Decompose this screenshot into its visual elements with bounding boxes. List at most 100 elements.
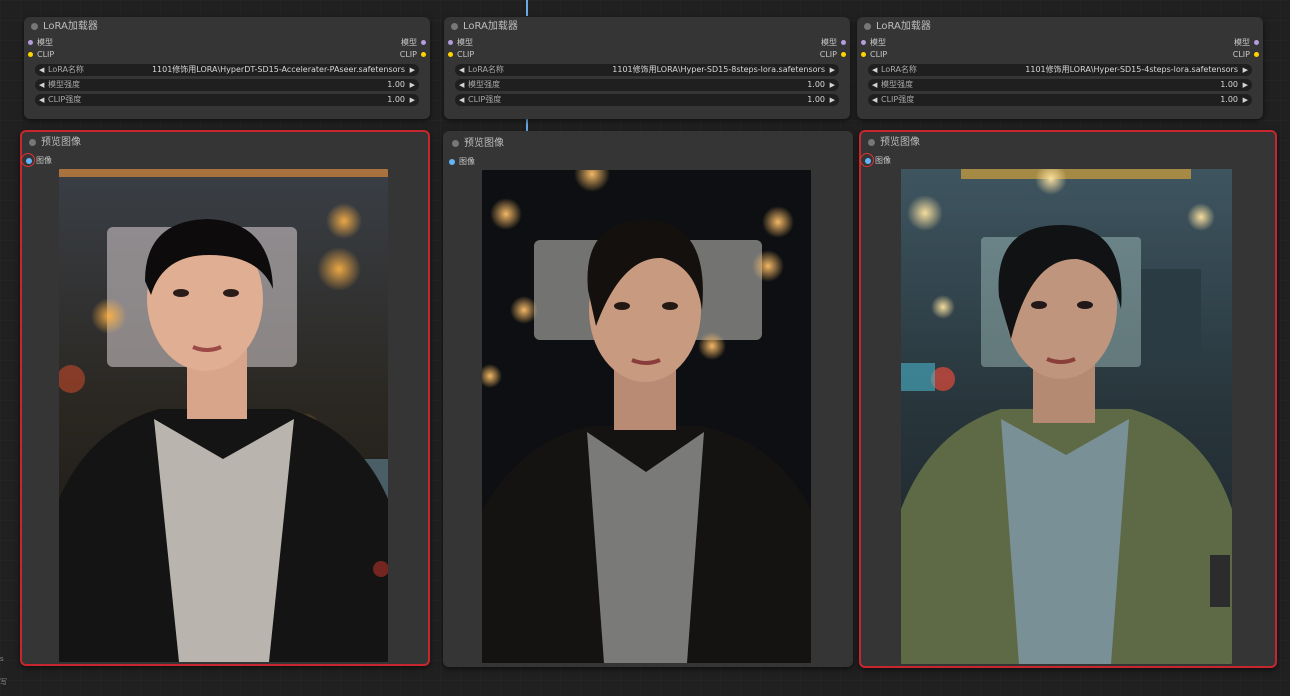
- clip-output-label: CLIP: [819, 50, 837, 59]
- model-strength-label: 模型强度: [48, 80, 80, 89]
- arrow-right-icon[interactable]: ▶: [410, 64, 415, 76]
- image-input-label: 图像: [459, 157, 475, 166]
- collapse-dot-icon[interactable]: [29, 139, 36, 146]
- preview-image: [901, 169, 1232, 664]
- preview-image-node-2[interactable]: 预览图像 图像: [443, 131, 853, 667]
- node-title[interactable]: 预览图像: [22, 132, 428, 154]
- image-input-dot-icon[interactable]: [449, 159, 455, 165]
- arrow-left-icon[interactable]: ◀: [459, 64, 464, 76]
- model-output-dot-icon[interactable]: [1254, 40, 1259, 45]
- clip-output-dot-icon[interactable]: [841, 52, 846, 57]
- preview-image-node-1[interactable]: 预览图像 图像: [20, 130, 430, 666]
- collapse-dot-icon[interactable]: [868, 139, 875, 146]
- model-strength-number[interactable]: ◀ 模型强度 1.00 ▶: [455, 79, 839, 91]
- clip-strength-number[interactable]: ◀ CLIP强度 1.00 ▶: [455, 94, 839, 106]
- model-slot-row: 模型 模型: [857, 37, 1263, 49]
- model-input-label: 模型: [457, 38, 473, 47]
- collapse-dot-icon[interactable]: [452, 140, 459, 147]
- image-input-label: 图像: [36, 156, 52, 165]
- clip-input-label: CLIP: [870, 50, 888, 59]
- image-slot-row: 图像: [860, 153, 1275, 168]
- model-slot-row: 模型 模型: [24, 37, 430, 49]
- arrow-left-icon[interactable]: ◀: [39, 94, 44, 106]
- lora-name-value: 1101修饰用LORA\Hyper-SD15-4steps-lora.safet…: [1025, 65, 1238, 74]
- model-input-label: 模型: [37, 38, 53, 47]
- arrow-left-icon[interactable]: ◀: [872, 64, 877, 76]
- clip-slot-row: CLIP CLIP: [24, 49, 430, 61]
- clip-input-label: CLIP: [37, 50, 55, 59]
- lora-name-combo[interactable]: ◀ LoRA名称 1101修饰用LORA\Hyper-SD15-4steps-l…: [868, 64, 1252, 76]
- arrow-left-icon[interactable]: ◀: [872, 79, 877, 91]
- clip-strength-label: CLIP强度: [468, 95, 502, 104]
- lora-name-label: LoRA名称: [881, 65, 917, 74]
- node-title[interactable]: 预览图像: [445, 133, 851, 155]
- model-strength-value: 1.00: [387, 80, 405, 89]
- arrow-left-icon[interactable]: ◀: [39, 64, 44, 76]
- model-output-label: 模型: [1234, 38, 1250, 47]
- lora-loader-node-1[interactable]: LoRA加载器 模型 模型 CLIP CLIP ◀ LoRA名称 1101修饰用…: [24, 17, 430, 119]
- clip-output-label: CLIP: [1232, 50, 1250, 59]
- arrow-right-icon[interactable]: ▶: [410, 94, 415, 106]
- model-strength-label: 模型强度: [881, 80, 913, 89]
- model-input-label: 模型: [870, 38, 886, 47]
- collapse-dot-icon[interactable]: [864, 23, 871, 30]
- arrow-right-icon[interactable]: ▶: [1243, 79, 1248, 91]
- arrow-right-icon[interactable]: ▶: [830, 64, 835, 76]
- lora-name-combo[interactable]: ◀ LoRA名称 1101修饰用LORA\HyperDT-SD15-Accele…: [35, 64, 419, 76]
- lora-name-value: 1101修饰用LORA\Hyper-SD15-8steps-lora.safet…: [612, 65, 825, 74]
- image-input-dot-icon[interactable]: [26, 158, 32, 164]
- clip-strength-number[interactable]: ◀ CLIP强度 1.00 ▶: [35, 94, 419, 106]
- arrow-left-icon[interactable]: ◀: [459, 94, 464, 106]
- model-input-dot-icon[interactable]: [28, 40, 33, 45]
- image-input-label: 图像: [875, 156, 891, 165]
- clip-strength-value: 1.00: [387, 95, 405, 104]
- clip-input-label: CLIP: [457, 50, 475, 59]
- arrow-left-icon[interactable]: ◀: [459, 79, 464, 91]
- model-strength-number[interactable]: ◀ 模型强度 1.00 ▶: [35, 79, 419, 91]
- model-output-label: 模型: [401, 38, 417, 47]
- image-slot-row: 图像: [21, 153, 428, 168]
- arrow-right-icon[interactable]: ▶: [830, 79, 835, 91]
- model-input-dot-icon[interactable]: [861, 40, 866, 45]
- clip-strength-label: CLIP强度: [881, 95, 915, 104]
- model-strength-value: 1.00: [807, 80, 825, 89]
- clip-output-dot-icon[interactable]: [1254, 52, 1259, 57]
- image-input-dot-icon[interactable]: [865, 158, 871, 164]
- clip-output-label: CLIP: [399, 50, 417, 59]
- lora-loader-node-2[interactable]: LoRA加载器 模型 模型 CLIP CLIP ◀ LoRA名称 1101修饰用…: [444, 17, 850, 119]
- clip-input-dot-icon[interactable]: [448, 52, 453, 57]
- collapse-dot-icon[interactable]: [31, 23, 38, 30]
- lora-loader-node-3[interactable]: LoRA加载器 模型 模型 CLIP CLIP ◀ LoRA名称 1101修饰用…: [857, 17, 1263, 119]
- canvas-side-text-top: s: [0, 655, 4, 663]
- preview-image: [482, 170, 811, 663]
- preview-image: [59, 169, 388, 662]
- arrow-right-icon[interactable]: ▶: [410, 79, 415, 91]
- arrow-left-icon[interactable]: ◀: [39, 79, 44, 91]
- clip-strength-number[interactable]: ◀ CLIP强度 1.00 ▶: [868, 94, 1252, 106]
- clip-output-dot-icon[interactable]: [421, 52, 426, 57]
- image-slot-row: 图像: [445, 155, 851, 169]
- preview-image-node-3[interactable]: 预览图像 图像: [859, 130, 1277, 668]
- collapse-dot-icon[interactable]: [451, 23, 458, 30]
- arrow-right-icon[interactable]: ▶: [1243, 94, 1248, 106]
- clip-strength-label: CLIP强度: [48, 95, 82, 104]
- arrow-left-icon[interactable]: ◀: [872, 94, 877, 106]
- model-output-dot-icon[interactable]: [421, 40, 426, 45]
- clip-input-dot-icon[interactable]: [861, 52, 866, 57]
- node-title[interactable]: LoRA加载器: [857, 17, 1263, 37]
- arrow-right-icon[interactable]: ▶: [1243, 64, 1248, 76]
- canvas-side-text-bottom: 写: [0, 678, 7, 686]
- clip-slot-row: CLIP CLIP: [444, 49, 850, 61]
- arrow-right-icon[interactable]: ▶: [830, 94, 835, 106]
- model-strength-value: 1.00: [1220, 80, 1238, 89]
- model-output-dot-icon[interactable]: [841, 40, 846, 45]
- node-title[interactable]: LoRA加载器: [444, 17, 850, 37]
- node-title[interactable]: LoRA加载器: [24, 17, 430, 37]
- lora-name-value: 1101修饰用LORA\HyperDT-SD15-Accelerater-PAs…: [151, 65, 405, 74]
- node-title[interactable]: 预览图像: [861, 132, 1275, 154]
- clip-input-dot-icon[interactable]: [28, 52, 33, 57]
- model-strength-label: 模型强度: [468, 80, 500, 89]
- lora-name-combo[interactable]: ◀ LoRA名称 1101修饰用LORA\Hyper-SD15-8steps-l…: [455, 64, 839, 76]
- model-input-dot-icon[interactable]: [448, 40, 453, 45]
- model-strength-number[interactable]: ◀ 模型强度 1.00 ▶: [868, 79, 1252, 91]
